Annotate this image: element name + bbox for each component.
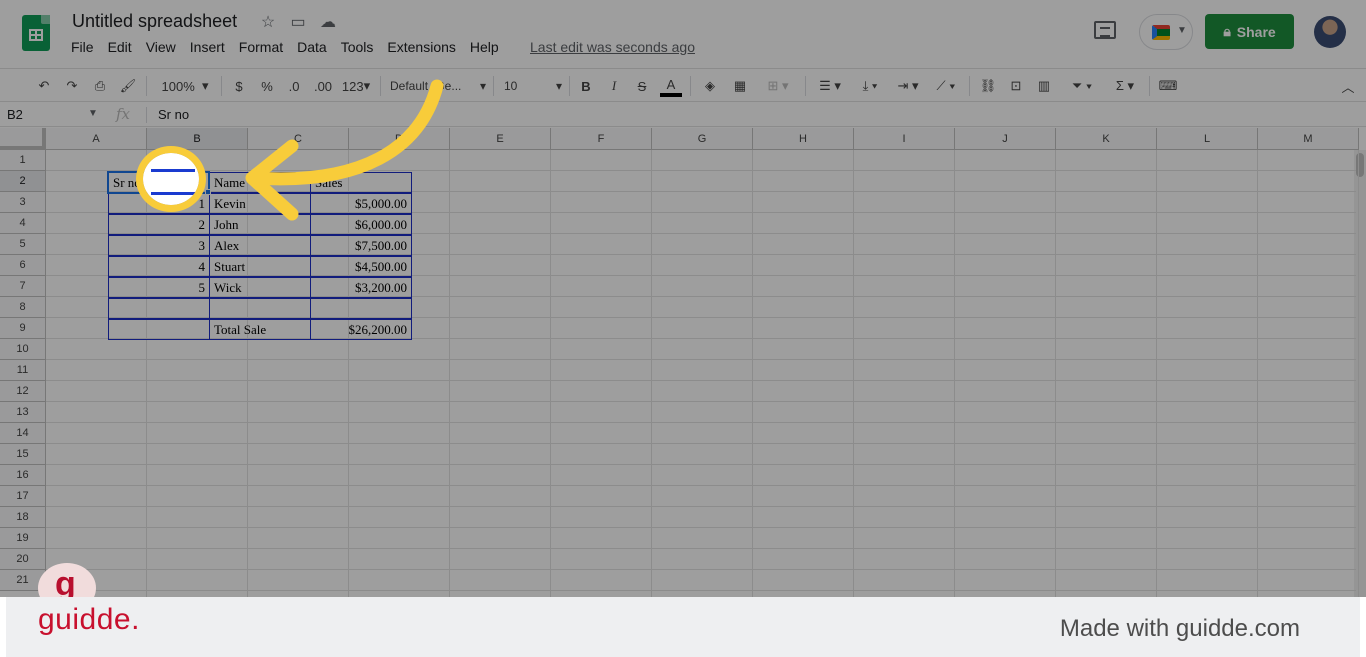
guidde-footer: guidde. Made with guidde.com [0,597,1366,657]
tutorial-arrow [245,79,444,221]
footer-bar: guidde. Made with guidde.com [6,597,1360,657]
arrow-shaft [248,79,444,186]
made-with-text[interactable]: Made with guidde.com [1060,615,1300,643]
guidde-logo[interactable]: guidde. [38,603,140,637]
app-window: Untitled spreadsheet ☆ ▭ ☁ File Edit Vie… [0,0,1366,657]
